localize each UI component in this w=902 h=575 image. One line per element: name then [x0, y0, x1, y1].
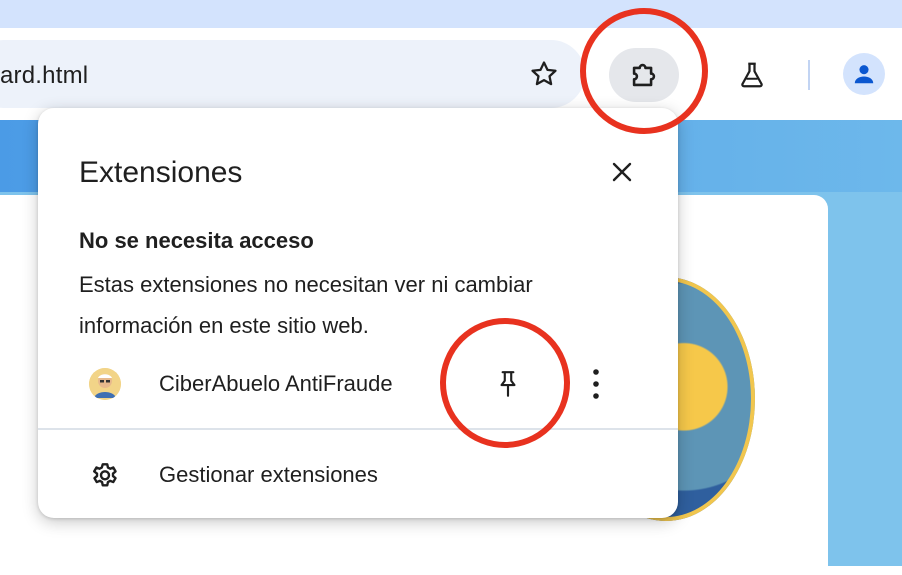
person-icon: [854, 65, 874, 84]
annotation-circle-extensions: [580, 8, 708, 134]
address-text: ard.html: [0, 62, 89, 89]
popup-divider: [38, 428, 678, 430]
extension-name: CiberAbuelo AntiFraude: [159, 371, 393, 396]
extensions-popup: Extensiones No se necesita acceso Estas …: [38, 108, 678, 518]
extension-row[interactable]: CiberAbuelo AntiFraude: [38, 358, 678, 410]
section-description: Estas extensiones no necesitan ver ni ca…: [79, 272, 533, 338]
close-button[interactable]: [604, 154, 640, 190]
popup-title: Extensiones: [79, 156, 243, 189]
tab-strip: [0, 0, 902, 28]
section-heading: No se necesita acceso: [79, 228, 314, 253]
address-bar[interactable]: ard.html: [0, 40, 585, 108]
extension-logo-icon: [89, 368, 121, 400]
bookmark-star-button[interactable]: [524, 54, 564, 94]
star-icon: [531, 61, 557, 86]
flask-icon: [741, 62, 763, 88]
manage-extensions-row[interactable]: Gestionar extensiones: [38, 450, 678, 498]
profile-avatar-button[interactable]: [843, 53, 885, 95]
extension-more-button[interactable]: [578, 364, 614, 404]
gear-icon: [88, 458, 122, 492]
annotation-circle-pin: [440, 318, 570, 448]
close-icon: [612, 162, 632, 182]
toolbar-separator: [808, 60, 810, 90]
manage-extensions-label: Gestionar extensiones: [159, 462, 378, 487]
labs-button[interactable]: [732, 55, 772, 95]
more-vert-icon: [593, 369, 599, 399]
